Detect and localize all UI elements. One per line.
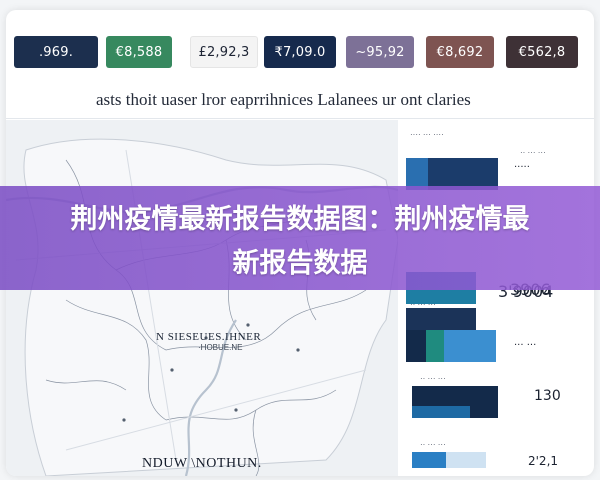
stat-bar-4a[interactable]: [406, 330, 426, 362]
stat-bar-4c[interactable]: [444, 330, 496, 362]
stat-value-5: 130: [534, 388, 561, 404]
stat-value-1: ·····: [514, 162, 530, 173]
map-region-sublabel-1: ·HOBUE.NE: [198, 343, 243, 352]
kpi-card-3[interactable]: £2,92,3: [190, 36, 258, 68]
banner-title: 荆州疫情最新报告数据图：荆州疫情最新报告数据: [70, 204, 530, 279]
stats-header: ···· ··· ····: [410, 130, 444, 139]
stat-bar-5-secondary: [412, 406, 470, 418]
kpi-row: .969. €8,588 £2,92,3 ₹7,09.0 ~95,92 €8,6…: [6, 36, 594, 80]
stat-bar-6-rest: [446, 452, 486, 468]
map-region-label-1: N SIESEUES.IHNER: [156, 331, 262, 343]
stat-bar-4b[interactable]: [426, 330, 444, 362]
kpi-card-2[interactable]: €8,588: [106, 36, 172, 68]
dashboard-subtitle: asts thoit uaser lror eaprrihnices Lalan…: [96, 90, 471, 109]
stat-bar-6[interactable]: [412, 452, 446, 468]
stat-value-6: 2'2,1: [528, 454, 559, 468]
kpi-card-7[interactable]: €562,8: [506, 36, 578, 68]
map-region-label-2: NDUW \NOTHUN.: [142, 456, 262, 471]
stat-label-6: ·· ··· ···: [420, 440, 446, 449]
stat-label-5: ·· ··· ···: [420, 374, 446, 383]
kpi-card-5[interactable]: ~95,92: [346, 36, 414, 68]
kpi-card-6[interactable]: €8,692: [426, 36, 494, 68]
kpi-card-1[interactable]: .969.: [14, 36, 98, 68]
divider: [6, 118, 594, 119]
map-graphic: [6, 120, 398, 476]
stat-label-1: ·· ··· ···: [520, 148, 546, 157]
stats-panel: ···· ··· ···· ·· ··· ··· ····· 3906 ·· ·…: [402, 122, 594, 476]
kpi-card-4[interactable]: ₹7,09.0: [264, 36, 336, 68]
stat-value-4: ··· ···: [514, 340, 537, 351]
region-map[interactable]: [6, 120, 398, 476]
stat-label-3: ·· ··· ···: [410, 300, 436, 309]
